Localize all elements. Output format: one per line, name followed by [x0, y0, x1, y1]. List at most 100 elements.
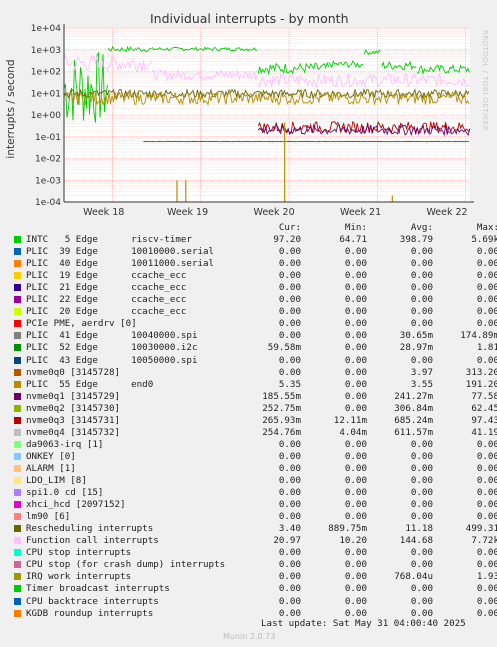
legend-min: 0.00 [344, 246, 367, 258]
legend-label: Rescheduling interrupts [26, 523, 154, 535]
legend-min: 889.75m [328, 523, 367, 535]
munin-version: Munin 2.0.73 [223, 632, 276, 641]
legend-swatch [14, 513, 21, 521]
legend-max: 0.00 [476, 511, 497, 523]
legend-avg: 0.00 [410, 438, 433, 450]
legend-label: spi1.0 cd [15] [26, 487, 104, 499]
legend-min: 0.00 [344, 366, 367, 378]
legend-header: Cur: Min: Avg: Max: [14, 222, 497, 234]
legend-cur: 265.93m [262, 414, 301, 426]
legend-label: Timer broadcast interrupts [26, 583, 170, 595]
legend-swatch [14, 248, 21, 256]
legend-row: Function call interrupts 20.97 10.20 144.68… [14, 535, 497, 547]
legend-avg: 398.79 [399, 234, 433, 245]
legend-swatch [14, 284, 21, 292]
legend-max: 174.89m [460, 330, 497, 342]
legend-swatch [14, 272, 21, 280]
legend-avg: 3.97 [410, 366, 433, 378]
legend-cur: 185.55m [262, 390, 301, 402]
legend-min: 0.00 [344, 306, 367, 318]
legend-row: xhci_hcd [2097152] 0.00 0.00 0.00 0.00 [14, 499, 497, 511]
legend-row: INTC 5 Edge riscv-timer 97.20 64.71 398.79 5… [14, 234, 497, 246]
legend-avg: 0.00 [410, 258, 433, 270]
legend-label: PLIC 20 Edge ccache_ecc [26, 306, 187, 318]
legend-avg: 28.97m [399, 342, 433, 354]
legend-label: nvme0q4 [3145732] [26, 426, 121, 438]
legend-cur: 97.20 [273, 234, 301, 245]
legend-avg: 0.00 [410, 583, 433, 595]
legend-swatch [14, 260, 21, 268]
legend-avg: 0.00 [410, 559, 433, 571]
legend-label: PLIC 21 Edge ccache_ecc [26, 282, 187, 294]
legend-row: nvme0q1 [3145729] 185.55m 0.00 241.27m 77.58 [14, 390, 497, 403]
legend-label: IRQ work interrupts [26, 571, 132, 583]
legend-avg: 611.57m [394, 426, 433, 438]
legend-max: 0.00 [476, 306, 497, 318]
legend-avg: 0.00 [410, 475, 433, 486]
legend-max: 0.00 [476, 294, 497, 306]
legend-avg: 3.55 [410, 378, 433, 390]
legend-row: PLIC 40 Edge 10011000.serial 0.00 0.00 0.00… [14, 258, 497, 270]
legend-swatch [14, 573, 21, 581]
legend-min: 64.71 [339, 234, 367, 245]
legend-label: PLIC 19 Edge ccache_ecc [26, 270, 187, 282]
legend-min: 12.11m [333, 414, 367, 426]
legend-max: 1.93 [476, 571, 497, 583]
legend-row: PLIC 41 Edge 10040000.spi 0.00 0.00 30.65m 1… [14, 330, 497, 342]
legend-swatch [14, 477, 21, 484]
legend-label: PCIe PME, aerdrv [0] [26, 318, 137, 330]
legend-cur: 0.00 [278, 607, 301, 619]
legend-row: nvme0q0 [3145728] 0.00 0.00 3.97 313.20 [14, 366, 497, 379]
legend-cur: 0.00 [278, 487, 301, 499]
legend-cur: 0.00 [278, 462, 301, 474]
legend-row: nvme0q3 [3145731] 265.93m 12.11m 685.24m 97.… [14, 414, 497, 427]
legend-label: PLIC 22 Edge ccache_ecc [26, 294, 187, 306]
legend-swatch [14, 368, 21, 376]
legend-cur: 252.75m [262, 402, 301, 414]
legend-cur: 0.00 [278, 366, 301, 378]
legend-max: 5.69k [471, 234, 497, 245]
legend-row: PLIC 55 Edge end0 5.35 0.00 3.55 191.20 [14, 378, 497, 391]
legend-cur: 59.58m [267, 342, 301, 354]
legend-max: 0.00 [476, 354, 497, 366]
legend-avg: 0.00 [410, 306, 433, 318]
legend-row: nvme0q4 [3145732] 254.76m 4.04m 611.57m 41.1… [14, 426, 497, 439]
legend-label: nvme0q1 [3145729] [26, 390, 121, 402]
legend-row: LDO_LIM [8] 0.00 0.00 0.00 0.00 [14, 475, 497, 487]
legend-max: 7.72k [471, 535, 497, 547]
legend-max: 0.00 [476, 270, 497, 282]
legend-row: nvme0q2 [3145730] 252.75m 0.00 306.84m 62.45 [14, 402, 497, 415]
legend-label: CPU stop interrupts [26, 547, 132, 559]
legend-swatch [14, 452, 21, 460]
legend-label: PLIC 43 Edge 10050000.spi [26, 354, 198, 366]
legend-max: 41.19 [471, 426, 497, 438]
legend-min: 0.00 [344, 258, 367, 270]
legend-row: PLIC 22 Edge ccache_ecc 0.00 0.00 0.00 0.00 [14, 294, 497, 306]
legend-row: IRQ work interrupts 0.00 0.00 768.04u 1.93 [14, 571, 497, 583]
legend-row: CPU stop (for crash dump) interrupts 0.00… [14, 559, 497, 571]
legend-avg: 0.00 [410, 487, 433, 499]
legend-min: 0.00 [344, 294, 367, 306]
legend-row: CPU backtrace interrupts 0.00 0.00 0.00 0.00 [14, 595, 497, 608]
legend-row: PLIC 43 Edge 10050000.spi 0.00 0.00 0.00 0.0… [14, 354, 497, 367]
legend-cur: 0.00 [278, 294, 301, 306]
legend-label: INTC 5 Edge riscv-timer [26, 234, 192, 245]
legend-min: 0.00 [344, 342, 367, 354]
legend-min: 0.00 [344, 438, 367, 450]
legend-label: ALARM [1] [26, 462, 76, 474]
legend-avg: 0.00 [410, 595, 433, 607]
legend-max: 0.00 [476, 475, 497, 486]
header-min: Min: [344, 222, 367, 233]
legend-cur: 0.00 [278, 511, 301, 523]
legend-cur: 0.00 [278, 306, 301, 318]
legend-swatch [14, 344, 21, 352]
legend-swatch [14, 392, 21, 400]
legend-min: 10.20 [339, 535, 367, 547]
legend-swatch [14, 416, 21, 424]
legend-avg: 0.00 [410, 462, 433, 474]
legend-swatch [14, 537, 21, 545]
legend-label: CPU backtrace interrupts [26, 595, 159, 607]
legend-min: 0.00 [344, 511, 367, 523]
legend-avg: 768.04u [394, 571, 433, 583]
legend-min: 0.00 [344, 282, 367, 294]
